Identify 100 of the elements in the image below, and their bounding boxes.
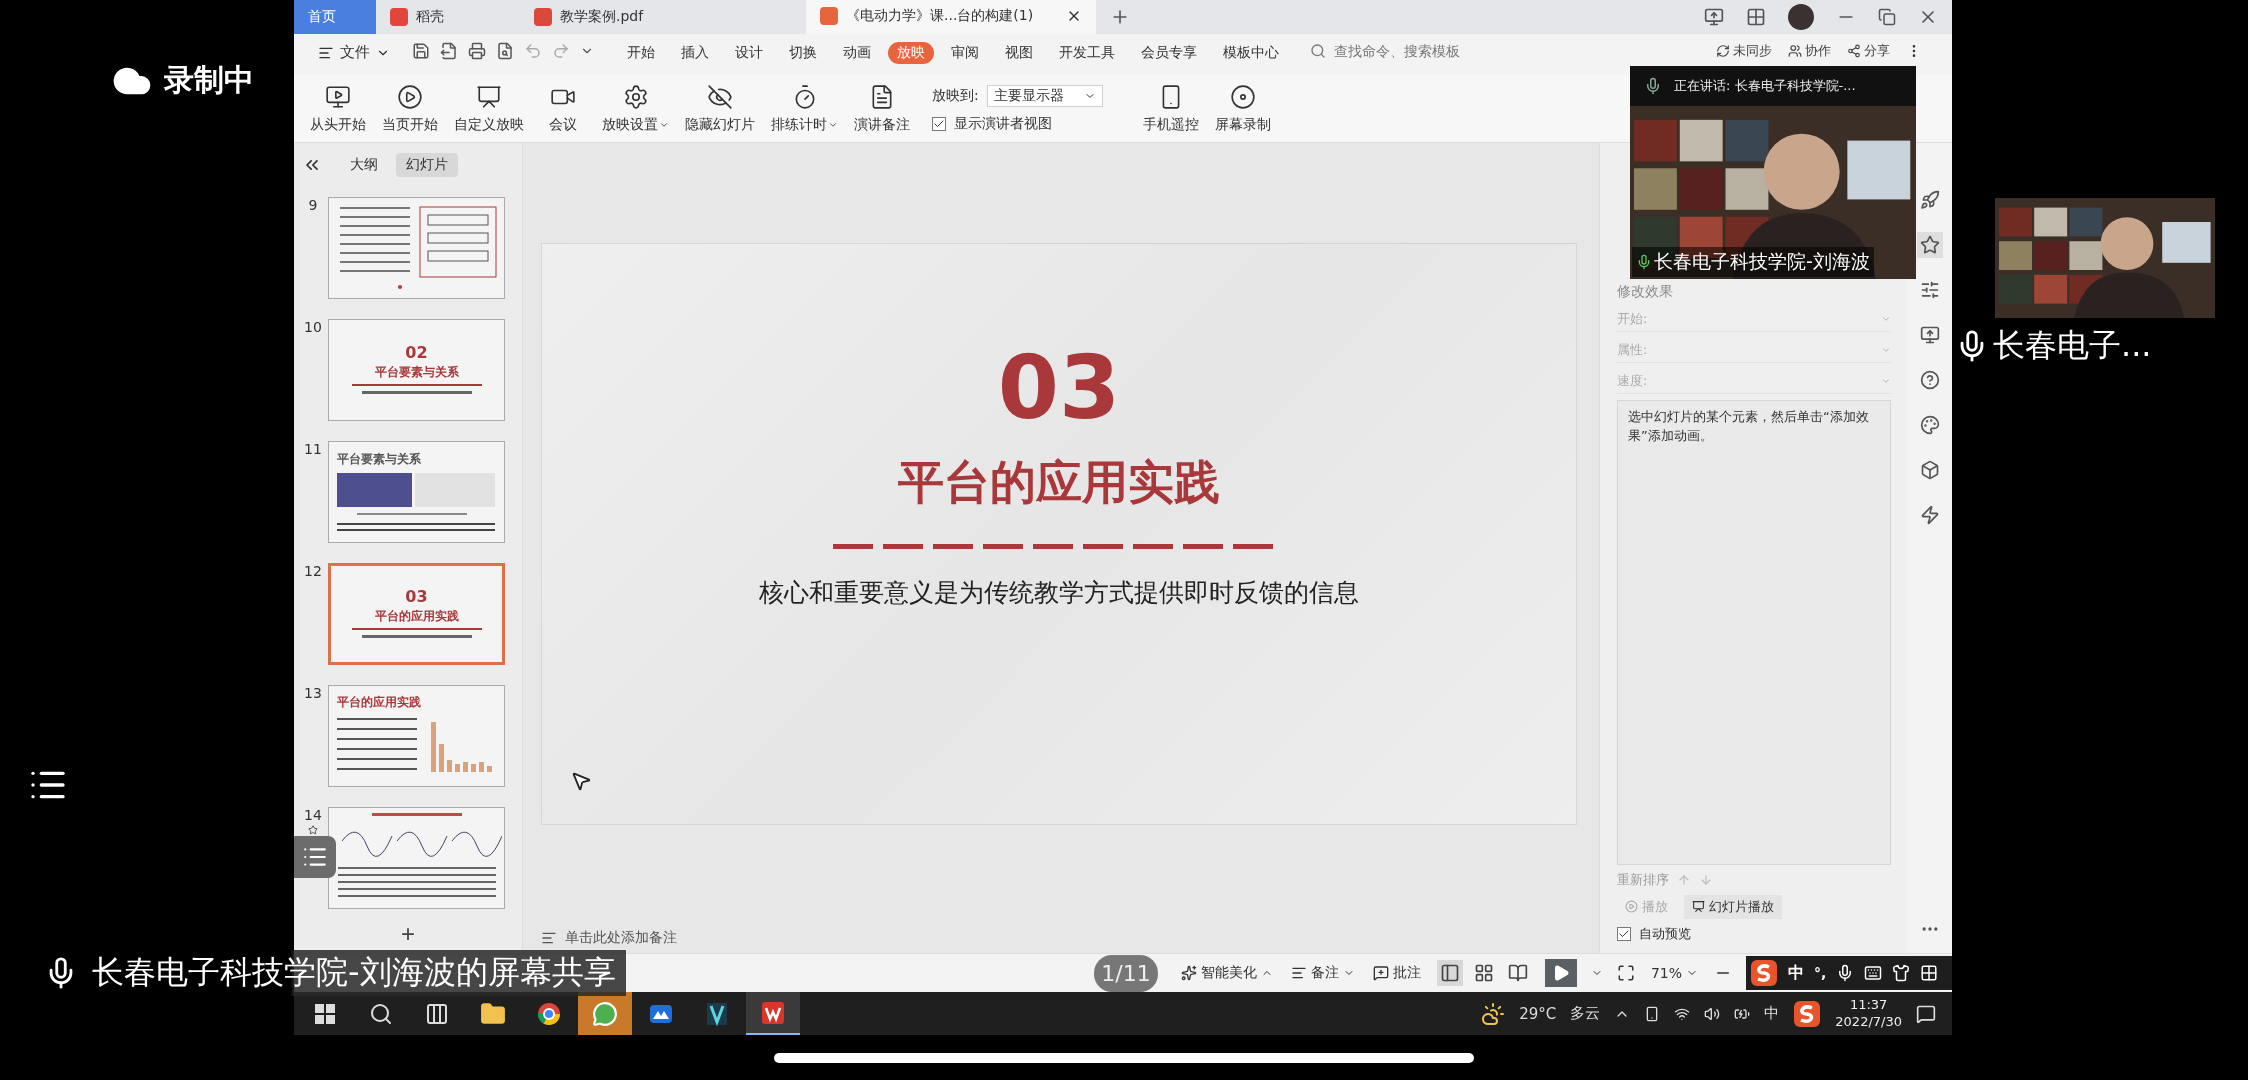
- ime-logo-icon: [1793, 999, 1822, 1028]
- ribbon-button[interactable]: 当页开始: [376, 83, 444, 134]
- mic-icon: [1636, 254, 1652, 270]
- participant-name: 长春电子...: [1993, 325, 2152, 366]
- slide-subtitle: 核心和重要意义是为传统教学方式提供即时反馈的信息: [759, 577, 1359, 609]
- slide-title: 平台的应用实践: [898, 454, 1220, 511]
- panel-tab[interactable]: 幻灯片: [396, 153, 458, 177]
- hint-text: 选中幻灯片的某个元素，然后单击“添加效果”添加动画。: [1617, 399, 1891, 865]
- notes-button[interactable]: 备注: [1288, 962, 1357, 984]
- view-button[interactable]: [1436, 960, 1463, 986]
- document-tab[interactable]: 首页: [294, 0, 376, 34]
- save-icon[interactable]: [412, 42, 430, 60]
- slide-thumbnail[interactable]: 02 平台要素与关系: [328, 319, 505, 421]
- ime-punctuation[interactable]: °,: [1814, 965, 1827, 981]
- page-indicator: 1/11: [1094, 955, 1158, 992]
- slide-thumbnail[interactable]: 平台的应用实践: [328, 685, 505, 787]
- people-icon: [1788, 44, 1802, 58]
- play-screen-icon: [325, 83, 351, 110]
- export-icon[interactable]: [440, 42, 458, 60]
- menu-tab[interactable]: 模板中心: [1214, 42, 1288, 64]
- slide-thumbnail[interactable]: 03 平台的应用实践: [328, 563, 505, 665]
- notes-placeholder[interactable]: 单击此处添加备注: [565, 929, 677, 947]
- slide-heading: 03: [997, 344, 1121, 432]
- keyboard-icon[interactable]: [1864, 964, 1883, 982]
- file-logo-icon: [534, 8, 552, 26]
- taskbar-app[interactable]: [746, 992, 800, 1035]
- beautify-button[interactable]: 智能美化: [1178, 962, 1275, 984]
- thumbnail-title: 平台要素与关系: [337, 451, 422, 468]
- display-to-label: 放映到:: [932, 86, 979, 105]
- ribbon-button[interactable]: 隐藏幻灯片: [679, 83, 761, 134]
- menu-tab[interactable]: 会员专享: [1132, 42, 1206, 64]
- search-icon: [1310, 43, 1326, 59]
- v-app-icon: [704, 1000, 730, 1027]
- add-slide-button[interactable]: +: [395, 919, 421, 949]
- taskbar-app[interactable]: [578, 992, 632, 1035]
- presenter-view-checkbox[interactable]: [932, 116, 946, 131]
- account-action[interactable]: 分享: [1847, 42, 1890, 60]
- slideshow-button[interactable]: 幻灯片播放: [1684, 895, 1782, 919]
- star-icon: [1919, 235, 1940, 255]
- avatar[interactable]: [1788, 4, 1814, 30]
- ime-mode[interactable]: 中: [1788, 962, 1804, 984]
- speaking-status: 正在讲话: 长春电子科技学院-...: [1674, 77, 1856, 95]
- notification-icon[interactable]: [1916, 1003, 1936, 1024]
- ribbon-button[interactable]: 从头开始: [304, 83, 372, 134]
- comments-button[interactable]: 批注: [1370, 962, 1423, 984]
- menu-tab[interactable]: 切换: [780, 42, 826, 64]
- document-tab[interactable]: 《电动力学》课...台的构建(1): [806, 0, 1096, 34]
- restore-icon[interactable]: [1878, 8, 1896, 26]
- menu-tab[interactable]: 开发工具: [1050, 42, 1124, 64]
- menu-tab[interactable]: 开始: [618, 42, 664, 64]
- slideshow-play-button[interactable]: [1544, 959, 1577, 987]
- file-menu[interactable]: 文件: [312, 42, 396, 63]
- document-tab[interactable]: 稻壳: [376, 0, 520, 34]
- mouse-cursor-icon: [570, 770, 592, 792]
- document-tab[interactable]: 教学案例.pdf: [520, 0, 806, 34]
- caret-icon: [1881, 314, 1891, 324]
- menu-tab[interactable]: 动画: [834, 42, 880, 64]
- grid-icon[interactable]: [1920, 964, 1939, 982]
- normal-view-icon: [1439, 963, 1460, 983]
- shirt-icon[interactable]: [1892, 964, 1911, 982]
- volume-icon[interactable]: [1704, 1005, 1721, 1022]
- ribbon-button[interactable]: 排练计时: [765, 83, 844, 134]
- palette-icon: [1919, 415, 1940, 435]
- print-icon[interactable]: [468, 42, 486, 60]
- ribbon-button[interactable]: 演讲备注: [848, 83, 916, 134]
- help-icon: [1919, 370, 1940, 390]
- slide-thumbnail[interactable]: 平台要素与关系: [328, 441, 505, 543]
- slide-number: 14: [304, 807, 322, 823]
- autopreview-checkbox[interactable]: [1617, 927, 1631, 941]
- fit-icon[interactable]: [1616, 964, 1635, 982]
- slide-number: 12: [304, 563, 322, 579]
- account-action[interactable]: 协作: [1788, 42, 1831, 60]
- ribbon-button[interactable]: 手机遥控: [1136, 83, 1205, 134]
- screen-icon[interactable]: [1704, 7, 1724, 27]
- ribbon-button[interactable]: 放映设置: [596, 83, 675, 134]
- mic-icon: [1644, 77, 1662, 95]
- thumbnail-title: 平台的应用实践: [337, 694, 422, 711]
- account-action[interactable]: 未同步: [1716, 42, 1772, 60]
- menu-tab[interactable]: 视图: [996, 42, 1042, 64]
- list-button[interactable]: [294, 836, 336, 878]
- input-mode[interactable]: 中: [1764, 1004, 1780, 1023]
- tool-button[interactable]: [1916, 232, 1943, 258]
- grid-icon[interactable]: [1746, 7, 1766, 27]
- eye-off-icon: [707, 83, 733, 110]
- autopreview-label: 自动预览: [1639, 925, 1691, 943]
- ribbon-button[interactable]: 自定义放映: [448, 83, 530, 134]
- panel-tab[interactable]: 大纲: [340, 153, 388, 177]
- zoom-level[interactable]: 71%: [1648, 963, 1700, 983]
- menu-tab[interactable]: 设计: [726, 42, 772, 64]
- ribbon-button[interactable]: 会议: [534, 83, 592, 134]
- search-field[interactable]: 查找命令、搜索模板: [1332, 42, 1482, 60]
- display-select[interactable]: 主要显示器: [986, 84, 1103, 107]
- sparkle-icon: [1180, 965, 1197, 981]
- menu-tab[interactable]: 插入: [672, 42, 718, 64]
- ribbon-button[interactable]: 屏幕录制: [1208, 83, 1277, 134]
- temperature: 29°C: [1519, 1004, 1557, 1023]
- share-icon: [1847, 44, 1861, 58]
- preview-icon[interactable]: [496, 42, 514, 60]
- menu-tab[interactable]: 审阅: [942, 42, 988, 64]
- clock[interactable]: 11:37 2022/7/30: [1835, 996, 1902, 1031]
